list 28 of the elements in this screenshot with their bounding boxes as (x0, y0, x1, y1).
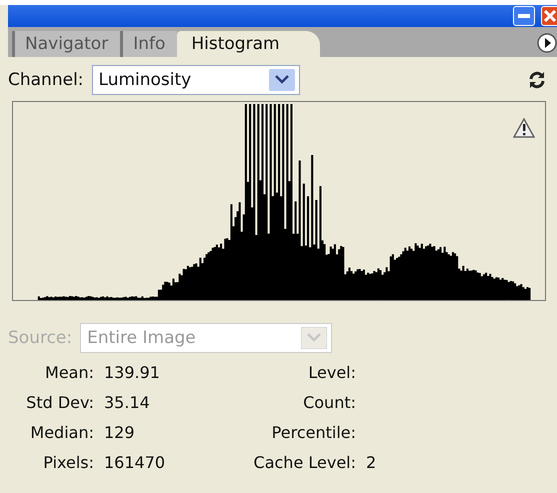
stat-label: Percentile: (270, 422, 356, 444)
tab[interactable]: Navigator (12, 31, 120, 57)
refresh-icon[interactable] (527, 70, 547, 90)
stat-label: Cache Level: (252, 452, 356, 474)
tab[interactable]: Info (120, 31, 178, 57)
warning-icon (513, 118, 535, 138)
stat-label: Count: (302, 392, 356, 414)
minimize-icon (518, 14, 530, 18)
source-label: Source: (8, 328, 72, 348)
minimize-button[interactable] (513, 6, 535, 26)
caret-icon (268, 69, 295, 91)
stat-label: Level: (307, 362, 356, 384)
stat-value: 35.14 (104, 392, 151, 414)
stat-value: 129 (104, 422, 136, 444)
panel-menu-icon[interactable] (537, 33, 557, 53)
close-button[interactable] (541, 6, 557, 26)
stat-label: Pixels: (42, 452, 94, 474)
stat-label: Median: (29, 422, 94, 444)
stat-label: Std Dev: (25, 392, 94, 414)
channel-dropdown[interactable]: Luminosity (92, 65, 300, 95)
caret-icon (301, 327, 328, 349)
stat-value: 139.91 (104, 362, 161, 384)
tab[interactable]: Histogram (177, 31, 320, 57)
channel-label: Channel: (8, 70, 84, 90)
stat-value: 161470 (104, 452, 166, 474)
stat-label: Mean: (44, 362, 94, 384)
stat-value: 2 (366, 452, 378, 474)
close-icon (544, 10, 556, 22)
